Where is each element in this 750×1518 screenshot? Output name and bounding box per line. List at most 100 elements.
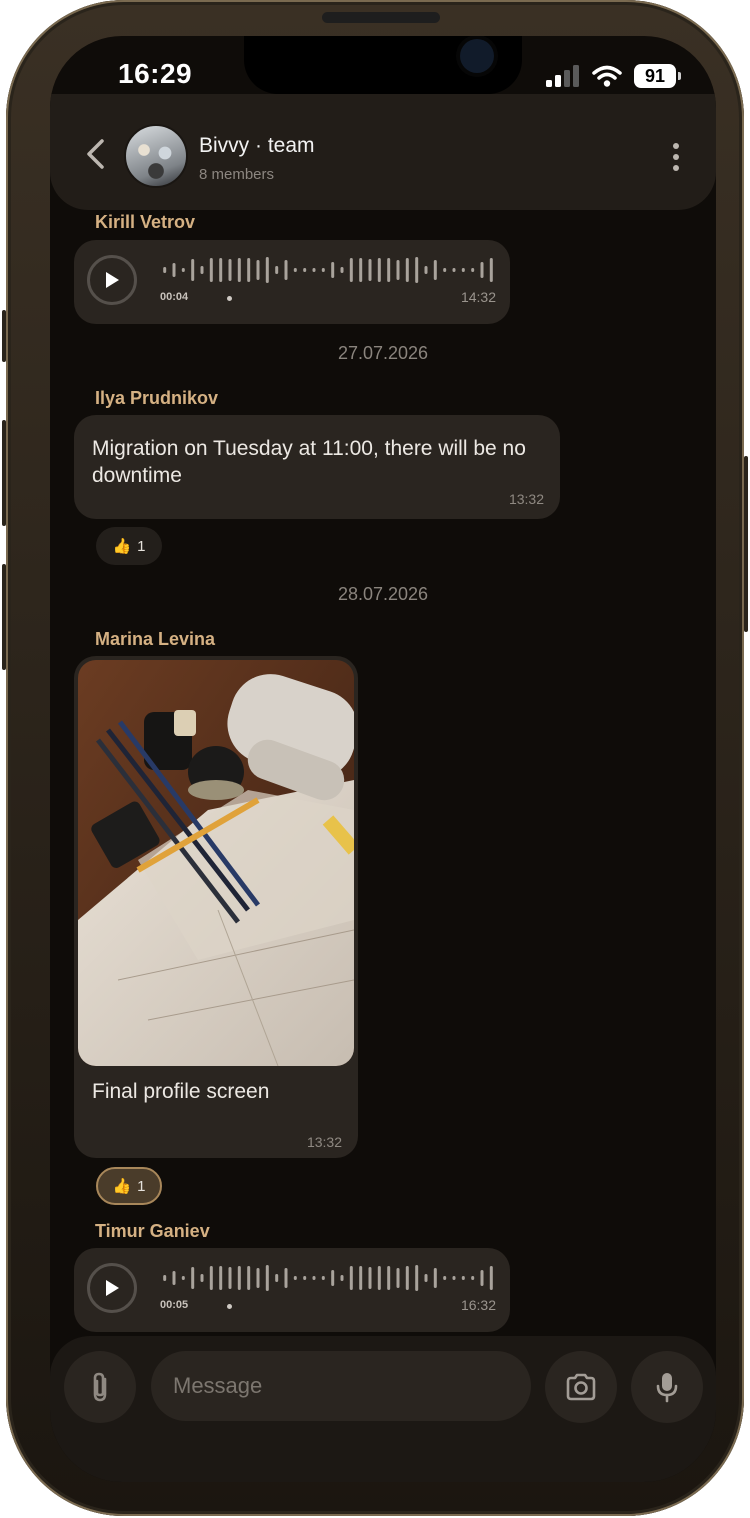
paperclip-icon bbox=[93, 1372, 107, 1402]
photo-caption: Final profile screen bbox=[92, 1080, 270, 1103]
message-photo[interactable] bbox=[78, 660, 354, 1066]
waveform-bar bbox=[471, 268, 475, 272]
waveform-bar bbox=[284, 1268, 288, 1288]
sender-name: Timur Ganiev bbox=[95, 1221, 210, 1241]
waveform-bar bbox=[312, 1276, 316, 1280]
waveform-bar bbox=[340, 267, 344, 273]
waveform-bar bbox=[172, 1271, 176, 1285]
text-message[interactable]: Migration on Tuesday at 11:00, there wil… bbox=[74, 415, 560, 519]
waveform-bar bbox=[219, 1266, 223, 1290]
thumbs-up-icon: 👍 bbox=[112, 1178, 132, 1195]
waveform-bar bbox=[284, 260, 288, 280]
photo-message[interactable]: Final profile screen 13:32 bbox=[74, 656, 358, 1158]
reaction-chip[interactable]: 👍 1 bbox=[96, 527, 162, 565]
message-time: 16:32 bbox=[460, 1297, 496, 1313]
attach-button[interactable] bbox=[64, 1351, 136, 1423]
chat-title[interactable]: Bivvy · team bbox=[199, 134, 315, 158]
camera-icon bbox=[566, 1373, 596, 1401]
reaction-count: 1 bbox=[137, 1177, 146, 1195]
date-separator: 27.07.2026 bbox=[337, 343, 429, 363]
waveform-bar bbox=[489, 1266, 493, 1290]
date-separator: 28.07.2026 bbox=[337, 584, 429, 604]
volume-down-button bbox=[2, 564, 6, 670]
waveform-bar bbox=[312, 268, 316, 272]
waveform-bar bbox=[377, 1266, 381, 1290]
waveform-bar bbox=[387, 1266, 391, 1290]
waveform-bar bbox=[275, 1274, 279, 1282]
waveform[interactable] bbox=[160, 1262, 496, 1294]
waveform-bar bbox=[163, 267, 167, 273]
waveform-bar bbox=[489, 258, 493, 282]
status-time: 16:29 bbox=[118, 58, 193, 89]
unplayed-dot bbox=[227, 296, 232, 301]
reaction-count: 1 bbox=[137, 537, 146, 555]
waveform-bar bbox=[377, 258, 381, 282]
sender-name: Kirill Vetrov bbox=[95, 212, 196, 232]
waveform-bar bbox=[256, 1268, 260, 1288]
waveform-bar bbox=[359, 1266, 363, 1290]
waveform-bar bbox=[321, 1276, 325, 1280]
waveform-bar bbox=[321, 268, 325, 272]
notch bbox=[244, 36, 522, 94]
waveform-bar bbox=[461, 1276, 465, 1280]
reaction-chip-active[interactable]: 👍 1 bbox=[96, 1167, 162, 1205]
waveform-bar bbox=[219, 258, 223, 282]
waveform-bar bbox=[172, 263, 176, 277]
waveform-bar bbox=[209, 1266, 213, 1290]
waveform-bar bbox=[480, 1270, 484, 1286]
play-button[interactable] bbox=[87, 1263, 137, 1313]
waveform-bar bbox=[275, 266, 279, 274]
wifi-icon bbox=[592, 65, 622, 87]
waveform-bar bbox=[331, 1270, 335, 1286]
waveform-bar bbox=[247, 258, 251, 282]
voice-message: 00:05 16:32 bbox=[74, 1248, 510, 1332]
play-button[interactable] bbox=[87, 255, 137, 305]
waveform-bar bbox=[237, 258, 241, 282]
thumbs-up-icon: 👍 bbox=[112, 538, 132, 555]
waveform-bar bbox=[181, 268, 185, 272]
front-camera bbox=[460, 39, 494, 73]
avatar[interactable] bbox=[124, 124, 188, 188]
waveform-bar bbox=[293, 1276, 297, 1280]
waveform-bar bbox=[200, 266, 204, 274]
waveform-bar bbox=[387, 258, 391, 282]
waveform-bar bbox=[349, 1266, 353, 1290]
waveform-bar bbox=[452, 1276, 456, 1280]
unplayed-dot bbox=[227, 1304, 232, 1309]
more-vertical-icon[interactable] bbox=[672, 142, 680, 172]
earpiece-speaker bbox=[322, 12, 440, 23]
waveform-bar bbox=[200, 1274, 204, 1282]
status-icons: 91 bbox=[546, 64, 681, 88]
waveform-bar bbox=[265, 257, 269, 283]
waveform-bar bbox=[349, 258, 353, 282]
composer-bar bbox=[50, 1336, 716, 1482]
waveform-bar bbox=[452, 268, 456, 272]
waveform-bar bbox=[405, 258, 409, 282]
waveform-bar bbox=[405, 1266, 409, 1290]
waveform-bar bbox=[163, 1275, 167, 1281]
waveform-bar bbox=[191, 1267, 195, 1289]
waveform-bar bbox=[415, 257, 419, 283]
waveform-bar bbox=[209, 258, 213, 282]
waveform-bar bbox=[424, 266, 428, 274]
message-time: 13:32 bbox=[306, 1134, 342, 1150]
waveform-bar bbox=[433, 1268, 437, 1288]
message-input[interactable] bbox=[151, 1351, 531, 1421]
message-time: 13:32 bbox=[508, 491, 544, 507]
phone-frame: Bivvy · team 8 members 16:29 91 Kirill V… bbox=[2, 0, 748, 1516]
back-icon[interactable] bbox=[82, 138, 110, 170]
camera-button[interactable] bbox=[545, 1351, 617, 1423]
voice-message: 00:04 14:32 bbox=[74, 240, 510, 324]
voice-duration: 00:04 bbox=[160, 291, 189, 303]
waveform-bar bbox=[424, 1274, 428, 1282]
message-time: 14:32 bbox=[460, 289, 496, 305]
sender-name: Ilya Prudnikov bbox=[95, 388, 219, 408]
power-button bbox=[744, 456, 748, 632]
waveform-bar bbox=[228, 259, 232, 281]
waveform-bar bbox=[293, 268, 297, 272]
waveform-bar bbox=[396, 260, 400, 280]
waveform[interactable] bbox=[160, 254, 496, 286]
voice-record-button[interactable] bbox=[631, 1351, 703, 1423]
waveform-bar bbox=[443, 1276, 447, 1280]
waveform-bar bbox=[368, 259, 372, 281]
